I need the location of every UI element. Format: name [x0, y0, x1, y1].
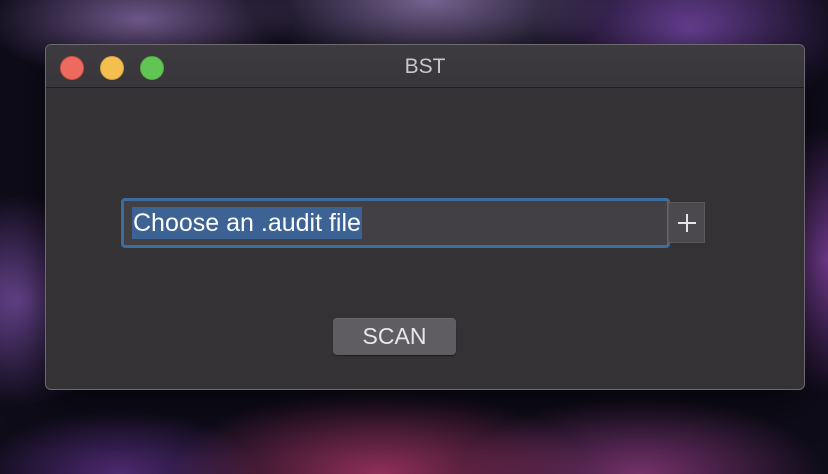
add-file-button[interactable]	[668, 202, 705, 243]
title-bar[interactable]: BST	[46, 45, 804, 88]
desktop-wallpaper: BST Choose an .audit file SCAN	[0, 0, 828, 474]
audit-file-input-text[interactable]: Choose an .audit file	[132, 207, 362, 239]
window-title: BST	[404, 55, 446, 78]
scan-button[interactable]: SCAN	[333, 318, 456, 355]
plus-icon	[677, 213, 696, 232]
app-window: BST Choose an .audit file SCAN	[45, 44, 805, 390]
audit-file-field[interactable]: Choose an .audit file	[121, 198, 670, 248]
window-content: Choose an .audit file SCAN	[46, 88, 804, 389]
